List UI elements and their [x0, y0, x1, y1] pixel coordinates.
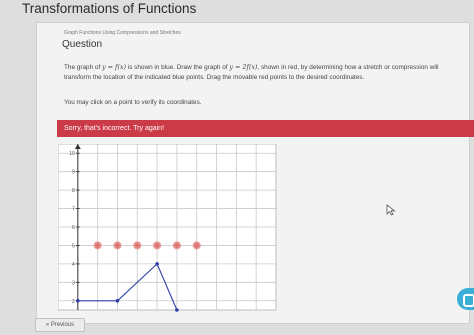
page-title: Transformations of Functions — [22, 1, 197, 16]
question-text: The graph of y = f(x) is shown in blue. … — [64, 62, 449, 83]
blue-point — [175, 308, 179, 312]
feedback-banner: Sorry, that's incorrect. Try again! — [57, 120, 474, 137]
red-movable-point[interactable] — [192, 241, 201, 250]
y-tick-label: 7 — [72, 207, 75, 213]
blue-point — [155, 262, 159, 266]
y-tick-label: 8 — [72, 188, 75, 194]
previous-button[interactable]: « Previous — [35, 318, 85, 332]
chat-tab[interactable] — [457, 288, 474, 310]
red-movable-point[interactable] — [93, 241, 102, 250]
red-movable-point[interactable] — [172, 241, 181, 250]
y-tick-label: 2 — [72, 299, 75, 305]
cursor-icon — [386, 203, 396, 221]
feedback-message: Sorry, that's incorrect. Try again! — [64, 125, 165, 132]
y-tick-label: 4 — [72, 262, 75, 268]
y-tick-label: 6 — [72, 225, 75, 231]
breadcrumb: Graph Functions Using Compressions and S… — [64, 30, 181, 36]
math-expression: y = f(x) — [102, 63, 126, 71]
coordinate-graph[interactable]: 10 9 8 7 6 5 4 3 2 — [58, 144, 278, 314]
blue-point — [76, 298, 80, 303]
red-movable-point[interactable] — [153, 241, 162, 250]
math-expression: y = 2f(x) — [229, 63, 258, 71]
y-tick-label: 3 — [72, 280, 75, 286]
question-text-part: The graph of — [64, 64, 103, 71]
blue-point — [115, 298, 120, 303]
y-tick-label: 9 — [72, 170, 75, 176]
question-hint: You may click on a point to verify its c… — [64, 99, 202, 106]
red-movable-point[interactable] — [133, 241, 142, 250]
question-heading: Question — [62, 39, 103, 50]
y-tick-label: 10 — [69, 151, 75, 157]
red-movable-point[interactable] — [113, 241, 122, 250]
chat-icon — [463, 294, 474, 307]
y-tick-label: 5 — [72, 243, 75, 249]
question-text-part: is shown in blue. Draw the graph of — [126, 64, 230, 71]
